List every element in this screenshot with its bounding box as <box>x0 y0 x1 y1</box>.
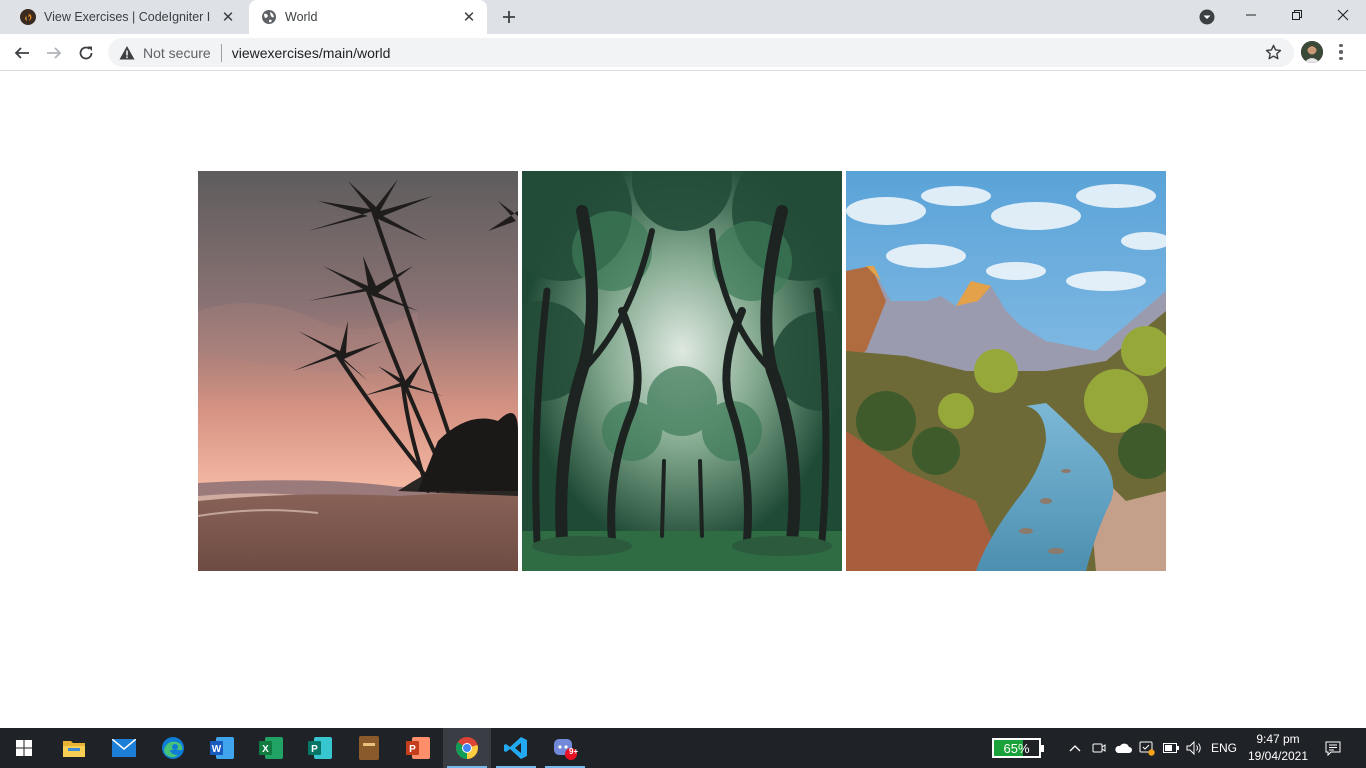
plus-icon <box>503 11 515 23</box>
battery-percent: 65% <box>1003 741 1030 756</box>
photo-palm-beach <box>198 171 518 571</box>
taskbar-powerpoint[interactable]: P <box>394 728 442 768</box>
close-window-button[interactable] <box>1320 0 1366 30</box>
device-warning-icon <box>1139 741 1155 756</box>
taskbar-discord[interactable]: 9+ <box>541 728 589 768</box>
forest-image <box>522 171 842 571</box>
url-text[interactable]: viewexercises/main/world <box>232 45 391 61</box>
profile-avatar[interactable] <box>1301 41 1323 63</box>
divider <box>220 43 222 62</box>
clock-date: 19/04/2021 <box>1247 749 1309 763</box>
address-bar[interactable]: Not secure viewexercises/main/world <box>108 38 1294 67</box>
tab-view-exercises[interactable]: View Exercises | CodeIgniter I ✕ <box>8 0 246 34</box>
chevron-up-icon <box>1069 745 1081 752</box>
tray-meet-now[interactable] <box>1090 728 1108 768</box>
show-hidden-icons-button[interactable] <box>1066 728 1084 768</box>
minimize-button[interactable] <box>1228 0 1274 30</box>
discord-notification-badge: 9+ <box>569 747 579 756</box>
clock-time: 9:47 pm <box>1256 732 1300 746</box>
restore-icon <box>1292 10 1302 20</box>
battery-nub <box>1041 745 1044 752</box>
svg-text:P: P <box>409 744 416 755</box>
windows-taskbar: W X P P 9+ 65% ENG 9:47 pm 19/04/2021 <box>0 728 1366 768</box>
taskbar-bible-app[interactable] <box>345 728 393 768</box>
tray-volume[interactable] <box>1185 728 1205 768</box>
chrome-icon <box>455 737 478 759</box>
taskbar-publisher[interactable]: P <box>296 728 344 768</box>
windows-start-icon <box>16 740 32 756</box>
taskbar-word[interactable]: W <box>198 728 246 768</box>
warning-icon[interactable] <box>119 45 135 61</box>
security-status[interactable]: Not secure <box>143 45 211 61</box>
tray-onedrive[interactable] <box>1113 728 1133 768</box>
notifications-icon <box>1325 741 1341 756</box>
file-explorer-icon <box>63 741 85 757</box>
tab-search-icon[interactable] <box>1198 8 1216 26</box>
reload-button[interactable] <box>73 40 99 66</box>
speaker-icon <box>1186 741 1201 755</box>
image-gallery <box>198 171 1166 571</box>
photo-canyon-river <box>846 171 1166 571</box>
forward-button[interactable] <box>41 40 67 66</box>
avatar-image <box>1301 41 1323 63</box>
start-button[interactable] <box>0 728 48 768</box>
cloud-icon <box>1115 743 1132 753</box>
taskbar-edge[interactable] <box>149 728 197 768</box>
bookmark-star-icon[interactable] <box>1265 44 1282 61</box>
svg-text:X: X <box>262 744 269 755</box>
publisher-icon: P <box>308 737 332 759</box>
close-tab-icon[interactable]: ✕ <box>220 9 236 26</box>
svg-text:W: W <box>212 744 222 755</box>
taskbar-chrome[interactable] <box>443 728 491 768</box>
minimize-icon <box>1246 14 1256 16</box>
chrome-menu-button[interactable] <box>1334 41 1348 63</box>
battery-icon <box>1163 743 1179 753</box>
mail-icon <box>112 739 136 757</box>
word-icon: W <box>210 737 234 759</box>
back-button[interactable] <box>9 40 35 66</box>
powerpoint-icon: P <box>406 737 430 759</box>
close-icon <box>1337 9 1349 21</box>
menu-dot <box>1339 43 1343 48</box>
arrow-left-icon <box>14 47 29 59</box>
taskbar-file-explorer[interactable] <box>50 728 98 768</box>
bible-app-icon <box>359 736 379 760</box>
taskbar-vscode[interactable] <box>492 728 540 768</box>
tray-battery[interactable] <box>1161 728 1181 768</box>
tray-language[interactable]: ENG <box>1208 728 1240 768</box>
battery-indicator[interactable]: 65% <box>992 738 1044 758</box>
menu-dot <box>1339 50 1343 54</box>
action-center-button[interactable] <box>1320 728 1346 768</box>
codeigniter-flame-icon <box>20 9 36 25</box>
clock[interactable]: 9:47 pm 19/04/2021 <box>1244 731 1312 765</box>
browser-toolbar: Not secure viewexercises/main/world <box>0 34 1366 71</box>
tray-device-status[interactable] <box>1138 728 1156 768</box>
photo-forest <box>522 171 842 571</box>
new-tab-button[interactable] <box>498 6 520 28</box>
close-tab-icon[interactable]: ✕ <box>461 9 477 26</box>
svg-text:P: P <box>311 744 318 755</box>
reload-icon <box>79 46 93 60</box>
taskbar-mail[interactable] <box>100 728 148 768</box>
arrow-right-icon <box>47 47 62 59</box>
canyon-river-image <box>846 171 1166 571</box>
globe-icon <box>262 10 276 24</box>
menu-dot <box>1339 56 1343 61</box>
edge-icon <box>162 737 184 759</box>
tab-strip: View Exercises | CodeIgniter I ✕ World ✕ <box>0 0 1366 34</box>
taskbar-excel[interactable]: X <box>247 728 295 768</box>
tab-title: World <box>285 10 318 24</box>
palm-beach-image <box>198 171 518 571</box>
tab-world[interactable]: World ✕ <box>249 0 487 34</box>
excel-icon: X <box>259 737 283 759</box>
vscode-icon <box>504 737 527 759</box>
restore-button[interactable] <box>1274 0 1320 30</box>
tab-title: View Exercises | CodeIgniter I <box>44 10 211 24</box>
camera-icon <box>1092 743 1106 753</box>
